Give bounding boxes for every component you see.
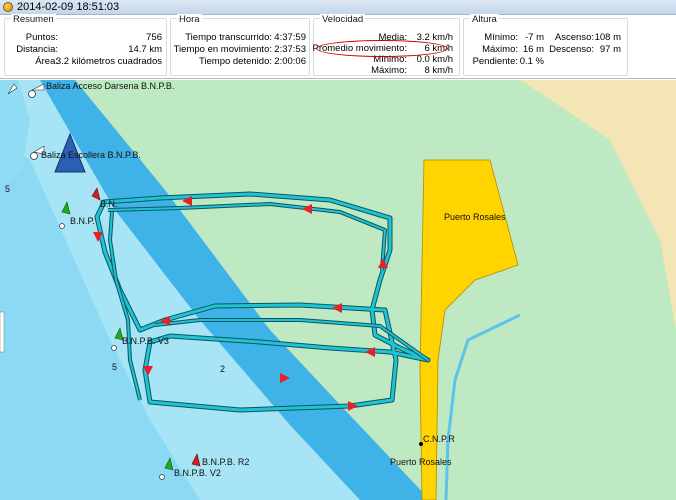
stopped-time-label: Tiempo detenido:	[198, 56, 272, 67]
moving-time-value: 2:37:53	[274, 44, 306, 55]
ascent-value: 108 m	[594, 32, 621, 43]
label-bnpb-v3: B.N.P.B. V3	[122, 336, 169, 346]
max-speed-row: Máximo: 8 km/h	[314, 65, 459, 76]
moving-time-row: Tiempo en movimiento: 2:37:53	[171, 44, 309, 55]
descent-value: 97 m	[599, 44, 621, 55]
time-legend: Hora	[177, 14, 202, 25]
summary-legend: Resumen	[11, 14, 56, 25]
label-bnp: B.N.P.	[70, 216, 95, 226]
moving-avg-highlight-ellipse	[316, 40, 448, 57]
stopped-time-value: 2:00:06	[274, 56, 306, 67]
depth-sounding-5a: 5	[5, 184, 10, 194]
max-speed-label: Máximo:	[371, 65, 407, 76]
altitude-max-value: 16 m	[522, 44, 544, 55]
points-value: 756	[146, 32, 162, 43]
label-bnpb-r2: B.N.P.B. R2	[202, 457, 249, 467]
label-bnpb-v2: B.N.P.B. V2	[174, 468, 221, 478]
label-bn-top: B.N.	[100, 199, 118, 209]
track-statistics-panel: Resumen Puntos: 756 Distancia: 14.7 km Á…	[0, 14, 676, 79]
altitude-max-label: Máximo:	[482, 44, 518, 55]
time-group: Hora Tiempo transcurrido: 4:37:59 Tiempo…	[170, 14, 310, 76]
area-label: Área:	[35, 56, 58, 67]
stopped-time-row: Tiempo detenido: 2:00:06	[171, 56, 309, 67]
altitude-row-1: Mínimo: -7 m Ascenso: 108 m	[464, 32, 627, 43]
depth-sounding-2: 2	[220, 364, 225, 374]
depth-sounding-5b: 5	[112, 362, 117, 372]
nautical-chart-map[interactable]: Baliza Acceso Darsena B.N.P.B. Baliza Es…	[0, 80, 676, 500]
summary-points-row: Puntos: 756	[5, 32, 166, 43]
moving-time-label: Tiempo en movimiento:	[173, 44, 272, 55]
altitude-legend: Altura	[470, 14, 499, 25]
altitude-min-label: Mínimo:	[484, 32, 518, 43]
elapsed-value: 4:37:59	[274, 32, 306, 43]
speed-legend: Velocidad	[320, 14, 366, 25]
area-value: 3.2 kilómetros cuadrados	[55, 56, 162, 67]
altitude-min-value: -7 m	[525, 32, 544, 43]
altitude-row-3: Pendiente: 0.1 %	[464, 56, 627, 67]
elapsed-label: Tiempo transcurrido:	[185, 32, 272, 43]
altitude-group: Altura Mínimo: -7 m Ascenso: 108 m Máxim…	[463, 14, 628, 76]
slope-value: 0.1 %	[519, 56, 544, 67]
summary-area-row: Área: 3.2 kilómetros cuadrados	[5, 56, 166, 67]
summary-group: Resumen Puntos: 756 Distancia: 14.7 km Á…	[4, 14, 167, 76]
slope-label: Pendiente:	[472, 56, 518, 67]
map-side-tab[interactable]	[0, 311, 5, 353]
min-speed-value: 0.0 km/h	[416, 54, 453, 65]
max-speed-value: 8 km/h	[424, 65, 453, 76]
elapsed-row: Tiempo transcurrido: 4:37:59	[171, 32, 309, 43]
distance-label: Distancia:	[16, 44, 58, 55]
window-title: 2014-02-09 18:51:03	[17, 1, 120, 13]
label-baliza-escollera: Baliza Escollera B.N.P.B.	[41, 150, 141, 160]
summary-distance-row: Distancia: 14.7 km	[5, 44, 166, 55]
altitude-row-2: Máximo: 16 m Descenso: 97 m	[464, 44, 627, 55]
app-icon	[3, 2, 13, 12]
points-label: Puntos:	[25, 32, 58, 43]
distance-value: 14.7 km	[128, 44, 162, 55]
ascent-label: Ascenso:	[554, 32, 594, 43]
speed-group: Velocidad Media: 3.2 km/h Promedio movim…	[312, 14, 460, 76]
descent-label: Descenso:	[549, 44, 594, 55]
label-baliza-darsena: Baliza Acceso Darsena B.N.P.B.	[46, 81, 174, 91]
label-puerto-rosales-bottom: Puerto Rosales	[390, 457, 452, 467]
label-puerto-rosales-top: Puerto Rosales	[444, 212, 506, 222]
window-titlebar: 2014-02-09 18:51:03	[0, 0, 676, 15]
label-cnpr: C.N.P.R	[423, 434, 455, 444]
